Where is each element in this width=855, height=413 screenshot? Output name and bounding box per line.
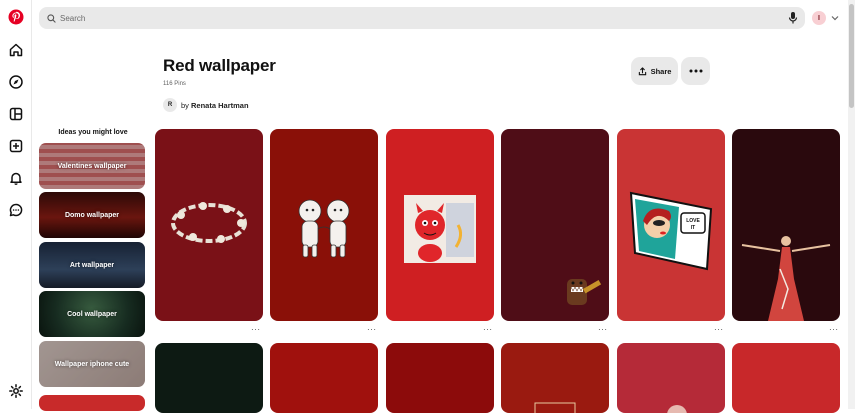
share-icon	[638, 66, 646, 75]
pin-card[interactable]	[732, 343, 840, 413]
owner-avatar[interactable]: R	[163, 98, 177, 112]
left-nav-rail	[0, 0, 32, 409]
rose-red-image	[667, 405, 687, 413]
owner-byline: by Renata Hartman	[181, 101, 249, 110]
pin-card[interactable]	[270, 129, 378, 321]
microphone-icon[interactable]	[787, 11, 799, 25]
pin-card[interactable]	[501, 129, 609, 321]
explore-icon[interactable]	[8, 74, 24, 90]
pin-more-button[interactable]: ···	[483, 326, 493, 334]
pin-more-button[interactable]: ···	[829, 326, 839, 334]
idea-wallpaper-iphone-cute[interactable]: Wallpaper iphone cute	[39, 341, 145, 387]
pin-card[interactable]	[386, 343, 494, 413]
board-title: Red wallpaper	[163, 56, 276, 75]
pin-card[interactable]	[501, 343, 609, 413]
page-scrollbar[interactable]	[848, 0, 855, 409]
pin-card[interactable]	[732, 129, 840, 321]
idea-label: Valentines wallpaper	[57, 162, 127, 170]
messages-icon[interactable]	[8, 202, 24, 218]
search-icon	[47, 13, 56, 23]
search-input[interactable]	[60, 13, 760, 23]
share-button[interactable]: Share	[631, 57, 678, 85]
pin-card[interactable]	[386, 129, 494, 321]
idea-valentines-wallpaper[interactable]: Valentines wallpaper	[39, 143, 145, 189]
pin-more-button[interactable]: ···	[714, 326, 724, 334]
idea-label: Domo wallpaper	[64, 211, 120, 219]
pin-more-button[interactable]: ···	[367, 326, 377, 334]
idea-domo-wallpaper[interactable]: Domo wallpaper	[39, 192, 145, 238]
svg-text:LOVE: LOVE	[686, 218, 700, 224]
pin-card[interactable]	[155, 343, 263, 413]
owner-name[interactable]: Renata Hartman	[191, 101, 249, 110]
hot-stuff-devil-image	[404, 195, 476, 263]
idea-label: Art wallpaper	[69, 261, 115, 269]
angel-ring-image	[171, 202, 247, 243]
boards-icon[interactable]	[8, 106, 24, 122]
pin-card[interactable]: LOVE IT	[617, 129, 725, 321]
settings-icon[interactable]	[8, 383, 24, 399]
pin-count: 116 Pins	[163, 81, 186, 87]
red-frame-image	[534, 402, 576, 413]
pin-card[interactable]	[155, 129, 263, 321]
pin-card[interactable]	[270, 343, 378, 413]
more-options-button[interactable]	[681, 57, 710, 85]
scrollbar-thumb[interactable]	[849, 4, 854, 108]
chevron-down-icon[interactable]	[831, 14, 839, 22]
pop-art-woman-image: LOVE IT	[629, 191, 713, 271]
notifications-icon[interactable]	[8, 170, 24, 186]
ellipsis-icon	[689, 69, 702, 73]
user-avatar[interactable]: I	[812, 11, 826, 25]
svg-text:IT: IT	[691, 225, 695, 231]
home-icon[interactable]	[8, 42, 24, 58]
kewpie-dolls-image	[298, 199, 350, 258]
domo-guitar-image	[567, 279, 602, 305]
create-icon[interactable]	[8, 138, 24, 154]
pin-more-button[interactable]: ···	[251, 326, 261, 334]
share-label: Share	[650, 66, 672, 76]
ideas-heading: Ideas you might love	[58, 129, 128, 136]
board-owner[interactable]: R by Renata Hartman	[163, 98, 249, 112]
idea-art-wallpaper[interactable]: Art wallpaper	[39, 242, 145, 288]
by-label: by	[181, 100, 189, 110]
pinterest-logo-icon[interactable]	[8, 9, 24, 25]
idea-cool-wallpaper[interactable]: Cool wallpaper	[39, 291, 145, 337]
idea-label: Cool wallpaper	[67, 310, 117, 318]
search-bar[interactable]	[39, 7, 805, 29]
idea-label: Wallpaper iphone cute	[54, 360, 130, 368]
dancer-figure-image	[741, 236, 831, 321]
pin-more-button[interactable]: ···	[598, 326, 608, 334]
pin-card[interactable]	[617, 343, 725, 413]
